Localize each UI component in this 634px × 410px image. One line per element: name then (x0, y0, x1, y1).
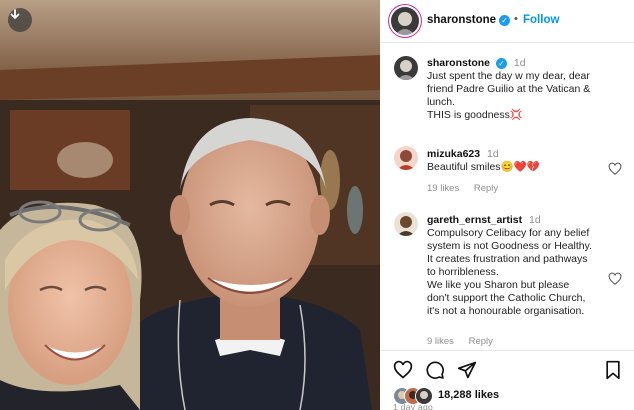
comment-line: don't support the Catholic Church, (427, 292, 586, 304)
comment-line: We like you Sharon but please (427, 279, 570, 291)
caption-line: Just spent the day w my dear, dear (427, 70, 590, 82)
comment-likes[interactable]: 19 likes (427, 183, 459, 194)
comment-time: 1d (487, 148, 499, 160)
bookmark-icon[interactable] (603, 360, 623, 380)
post-date: 1 day ago (393, 402, 434, 410)
caption-author-avatar[interactable] (394, 56, 418, 80)
comment-line: Beautiful smiles😊❤️💔 (427, 161, 540, 173)
comment-line: It creates frustration and pathways (427, 253, 588, 265)
avatar-image (394, 146, 418, 170)
heart-icon[interactable] (608, 272, 622, 286)
post-header: sharonstone ✓ • Follow (381, 0, 634, 43)
comment-time: 1d (529, 214, 541, 226)
heart-icon[interactable] (393, 360, 413, 380)
comment-meta: 19 likes Reply (427, 183, 510, 194)
comment-likes[interactable]: 9 likes (427, 336, 454, 347)
comment-meta: 9 likes Reply (427, 336, 505, 347)
post-actions: 18,288 likes (381, 350, 634, 410)
download-button[interactable] (8, 8, 32, 32)
verified-badge-icon: ✓ (495, 57, 507, 69)
verified-badge-icon: ✓ (499, 15, 510, 26)
commenter-avatar[interactable] (394, 146, 418, 170)
avatar-image (394, 212, 418, 236)
download-arrow-icon (10, 9, 20, 20)
comment-bubble-icon[interactable] (425, 360, 445, 380)
avatar-image (394, 56, 418, 80)
author-avatar[interactable] (391, 7, 419, 35)
commenter-avatar[interactable] (394, 212, 418, 236)
caption-username[interactable]: sharonstone (427, 57, 490, 69)
separator-dot: • (514, 13, 518, 25)
paper-plane-icon[interactable] (457, 360, 477, 380)
author-username[interactable]: sharonstone (427, 14, 496, 26)
avatar-image (391, 7, 419, 35)
comment-line: to horribleness. (427, 266, 499, 278)
caption-body: sharonstone ✓ 1d Just spent the day w my… (427, 57, 607, 122)
reply-button[interactable]: Reply (474, 183, 498, 194)
likes-count[interactable]: 18,288 likes (438, 389, 499, 401)
post-side-panel: sharonstone ✓ • Follow sharonstone ✓ 1d … (381, 0, 634, 410)
caption-time: 1d (513, 57, 526, 69)
caption-line: THIS is goodness💢 (427, 109, 523, 121)
post-photo[interactable] (0, 0, 380, 410)
comment-body: gareth_ernst_artist 1d Compulsory Celiba… (427, 214, 607, 318)
comment-line: system is not Goodness or Healthy. (427, 240, 592, 252)
follow-button[interactable]: Follow (523, 14, 559, 26)
caption-line: friend Padre Guilio at the Vatican & (427, 83, 591, 95)
comment-body: mizuka623 1d Beautiful smiles😊❤️💔 (427, 148, 607, 174)
comment-username[interactable]: gareth_ernst_artist (427, 214, 522, 226)
reply-button[interactable]: Reply (469, 336, 493, 347)
comment-line: it's not a honourable organisation. (427, 305, 585, 317)
selfie-illustration (0, 0, 380, 410)
comment-username[interactable]: mizuka623 (427, 148, 480, 160)
caption-line: lunch. (427, 96, 456, 108)
heart-icon[interactable] (608, 162, 622, 176)
comment-line: Compulsory Celibacy for any belief (427, 227, 590, 239)
